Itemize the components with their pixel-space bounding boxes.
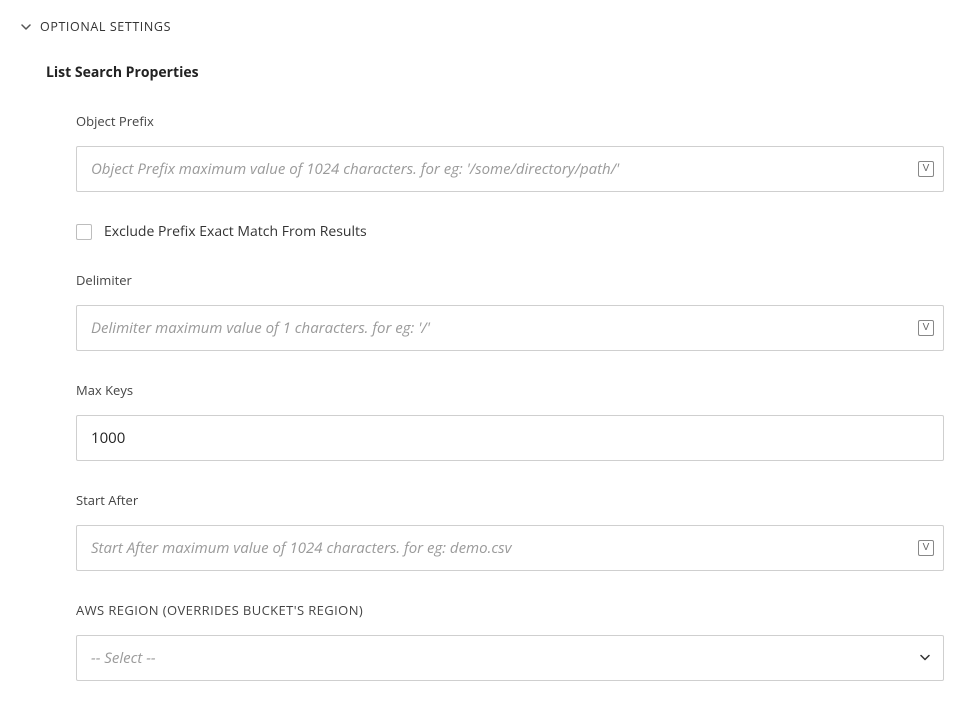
start-after-label: Start After: [76, 491, 944, 509]
field-aws-region: AWS REGION (OVERRIDES BUCKET'S REGION) -…: [76, 601, 944, 681]
section-title: OPTIONAL SETTINGS: [40, 18, 171, 35]
exclude-prefix-checkbox[interactable]: [76, 224, 92, 240]
aws-region-label: AWS REGION (OVERRIDES BUCKET'S REGION): [76, 601, 944, 619]
variable-icon[interactable]: V: [918, 161, 934, 177]
field-max-keys: Max Keys: [76, 381, 944, 461]
section-header[interactable]: OPTIONAL SETTINGS: [20, 18, 944, 35]
object-prefix-label: Object Prefix: [76, 112, 944, 130]
chevron-down-icon: [20, 21, 32, 33]
aws-region-selected-value: -- Select --: [91, 648, 156, 668]
delimiter-input[interactable]: [76, 305, 944, 351]
subsection-title: List Search Properties: [46, 63, 944, 82]
field-object-prefix: Object Prefix V: [76, 112, 944, 192]
object-prefix-input[interactable]: [76, 146, 944, 192]
exclude-prefix-label: Exclude Prefix Exact Match From Results: [104, 222, 367, 241]
max-keys-input[interactable]: [76, 415, 944, 461]
start-after-input[interactable]: [76, 525, 944, 571]
variable-icon[interactable]: V: [918, 540, 934, 556]
aws-region-select[interactable]: -- Select --: [76, 635, 944, 681]
delimiter-label: Delimiter: [76, 271, 944, 289]
exclude-prefix-checkbox-row: Exclude Prefix Exact Match From Results: [76, 222, 944, 241]
max-keys-label: Max Keys: [76, 381, 944, 399]
variable-icon[interactable]: V: [918, 320, 934, 336]
field-delimiter: Delimiter V: [76, 271, 944, 351]
field-start-after: Start After V: [76, 491, 944, 571]
